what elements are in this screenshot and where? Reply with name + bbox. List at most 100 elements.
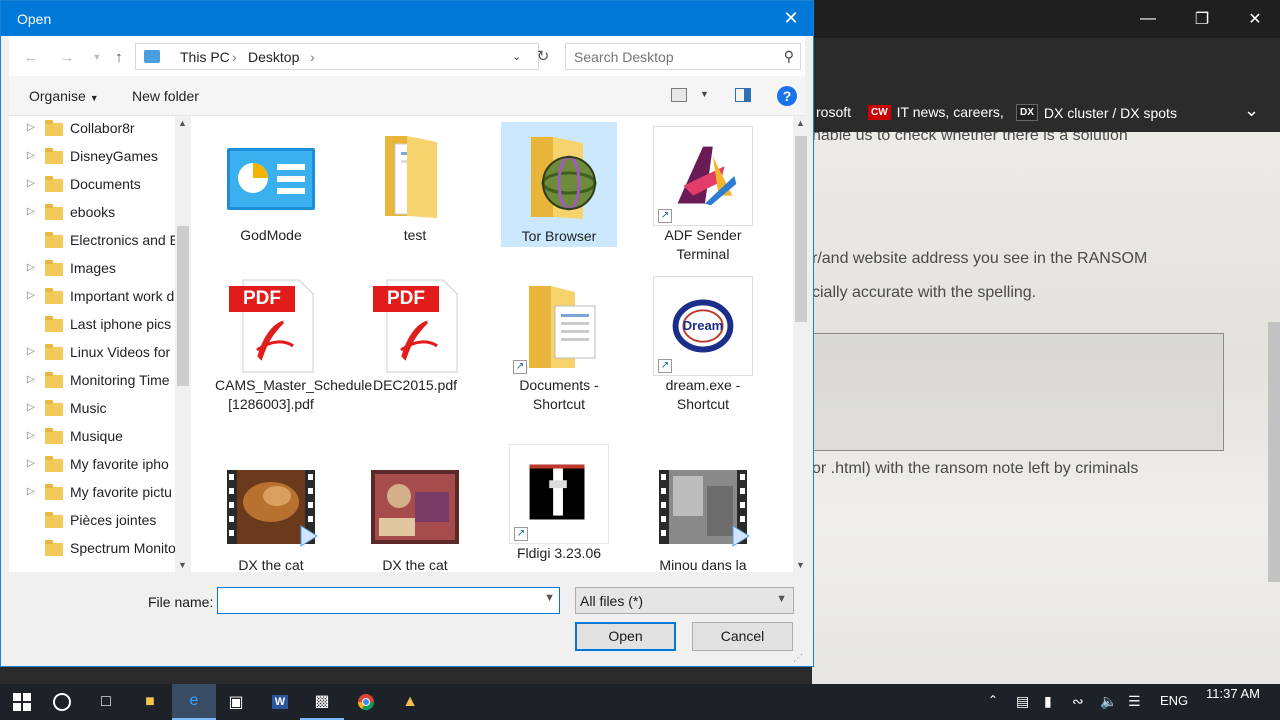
cancel-button[interactable]: Cancel — [692, 622, 793, 651]
file-item[interactable]: Dream ↗ dream.exe - Shortcut — [645, 272, 761, 414]
tree-item[interactable]: ▷ ebooks — [9, 200, 177, 226]
chevron-down-icon[interactable]: ⌄ — [1244, 100, 1259, 121]
chevron-right-icon[interactable]: ▷ — [27, 402, 35, 413]
tree-item[interactable]: ▷ Musique — [9, 424, 177, 450]
chevron-right-icon[interactable]: ▷ — [27, 486, 35, 497]
file-explorer-icon[interactable]: ■ — [128, 684, 172, 720]
chevron-right-icon[interactable]: ▷ — [27, 290, 35, 301]
page-scrollbar[interactable] — [1268, 322, 1280, 582]
preview-pane-icon[interactable] — [735, 88, 751, 102]
recent-locations-icon[interactable]: ▼ — [87, 47, 107, 67]
tree-item[interactable]: ▷ My favorite ipho — [9, 452, 177, 478]
tree-item[interactable]: ▷ Monitoring Time — [9, 368, 177, 394]
store-icon[interactable]: ▣ — [214, 684, 258, 720]
close-window-icon[interactable]: ✕ — [1228, 0, 1280, 38]
notification-app-icon[interactable]: ▤ — [1016, 693, 1029, 710]
scroll-up-icon[interactable]: ▲ — [178, 118, 187, 128]
help-icon[interactable]: ? — [777, 86, 797, 106]
scroll-up-icon[interactable]: ▲ — [796, 118, 805, 128]
task-view-icon[interactable]: □ — [84, 684, 128, 720]
start-windows-icon[interactable] — [0, 684, 44, 720]
minimize-icon[interactable]: — — [1121, 0, 1175, 38]
wifi-icon[interactable]: ∾ — [1072, 693, 1084, 710]
tree-item[interactable]: Spectrum Monito — [9, 536, 177, 562]
chevron-right-icon[interactable]: ▷ — [27, 374, 35, 385]
tree-item[interactable]: ▷ Important work d — [9, 284, 177, 310]
up-arrow-icon[interactable]: ↑ — [109, 47, 129, 67]
chevron-right-icon[interactable]: ▷ — [27, 178, 35, 189]
chevron-down-icon[interactable]: ▼ — [544, 592, 555, 604]
refresh-icon[interactable]: ↻ — [533, 46, 553, 66]
file-item[interactable]: ↗ ADF Sender Terminal — [645, 122, 761, 264]
search-icon[interactable]: ⚲ — [784, 48, 794, 65]
battery-icon[interactable]: ▮ — [1044, 693, 1052, 710]
file-item[interactable]: ↗ Fldigi 3.23.06 — [501, 440, 617, 563]
chevron-right-icon[interactable]: ▷ — [27, 458, 35, 469]
file-name-combo[interactable]: ▼ — [217, 587, 560, 614]
tree-scroll-thumb[interactable] — [177, 226, 189, 386]
clock[interactable]: 11:37 AM — [1206, 686, 1260, 701]
file-item[interactable]: GodMode — [213, 122, 329, 245]
tree-item[interactable]: Electronics and E — [9, 228, 177, 254]
file-item[interactable]: ↗ Documents - Shortcut — [501, 272, 617, 414]
back-arrow-icon[interactable]: ← — [21, 47, 41, 67]
favorite-item[interactable]: CW IT news, careers, — [868, 104, 1004, 120]
favorite-item[interactable]: DX DX cluster / DX spots — [1016, 104, 1177, 121]
resize-grip-icon[interactable]: ⋰ — [793, 653, 803, 664]
file-item[interactable]: DX the cat — [213, 452, 329, 572]
action-center-icon[interactable]: ☰ — [1128, 693, 1141, 710]
language-indicator[interactable]: ENG — [1160, 693, 1188, 708]
address-dropdown-icon[interactable]: ⌄ — [512, 50, 521, 63]
restore-icon[interactable]: ❐ — [1175, 0, 1229, 38]
chevron-right-icon[interactable]: ▷ — [27, 122, 35, 133]
close-icon[interactable]: ✕ — [777, 4, 805, 32]
word-icon[interactable]: W — [258, 684, 302, 720]
favorite-item[interactable]: rosoft — [816, 104, 851, 120]
cortana-icon[interactable] — [40, 684, 84, 720]
tree-item[interactable]: ▷ Documents — [9, 172, 177, 198]
file-item[interactable]: test — [357, 122, 473, 245]
volume-icon[interactable]: 🔈 — [1100, 693, 1117, 710]
scroll-down-icon[interactable]: ▼ — [796, 560, 805, 570]
tree-item[interactable]: ▷ Music — [9, 396, 177, 422]
show-hidden-icons[interactable]: ⌃ — [988, 693, 998, 707]
tree-item[interactable]: ▷ Collabor8r — [9, 116, 177, 142]
chevron-right-icon[interactable]: ▷ — [27, 430, 35, 441]
breadcrumb-this-pc[interactable]: This PC — [180, 49, 230, 65]
open-window-icon[interactable]: ▩ — [300, 684, 344, 720]
file-item[interactable]: Tor Browser — [501, 122, 617, 247]
tree-item[interactable]: ▷ DisneyGames — [9, 144, 177, 170]
edge-browser-icon[interactable]: e — [172, 684, 216, 720]
page-input-box[interactable] — [812, 333, 1224, 451]
tree-item[interactable]: ▷ My favorite pictu — [9, 480, 177, 506]
file-item[interactable]: PDF DEC2015.pdf — [357, 272, 473, 395]
new-folder-button[interactable]: New folder — [132, 88, 199, 104]
folder-app-icon[interactable]: ▲ — [388, 684, 432, 720]
chevron-right-icon[interactable]: ▷ — [27, 262, 35, 273]
forward-arrow-icon[interactable]: → — [57, 47, 77, 67]
file-item[interactable]: Minou dans la — [645, 452, 761, 572]
file-item[interactable]: DX the cat — [357, 452, 473, 572]
tree-item[interactable]: Last iphone pics — [9, 312, 177, 338]
address-bar[interactable]: This PC › Desktop › ⌄ — [135, 43, 539, 70]
organise-button[interactable]: Organise ▼ — [29, 88, 99, 104]
adf-logo-icon: ↗ — [653, 126, 753, 226]
tree-item[interactable]: Pièces jointes — [9, 508, 177, 534]
file-list-scroll-thumb[interactable] — [795, 136, 807, 322]
search-box[interactable]: ⚲ — [565, 43, 801, 70]
view-dropdown-icon[interactable]: ▼ — [700, 89, 709, 99]
file-item[interactable]: PDF CAMS_Master_Schedule [1286003].pdf — [213, 272, 372, 414]
scroll-down-icon[interactable]: ▼ — [178, 560, 187, 570]
chevron-right-icon[interactable]: ▷ — [27, 206, 35, 217]
tree-item[interactable]: ▷ Linux Videos for — [9, 340, 177, 366]
tree-item[interactable]: ▷ Images — [9, 256, 177, 282]
chevron-right-icon[interactable]: ▷ — [27, 150, 35, 161]
breadcrumb-desktop[interactable]: Desktop — [248, 49, 299, 65]
search-input[interactable] — [574, 49, 774, 65]
view-icon[interactable] — [671, 88, 687, 102]
chevron-right-icon[interactable]: ▷ — [27, 346, 35, 357]
chrome-icon[interactable] — [344, 684, 388, 720]
file-type-select[interactable]: All files (*) ▼ — [575, 587, 794, 614]
file-name-input[interactable] — [218, 588, 528, 612]
open-button[interactable]: Open — [575, 622, 676, 651]
